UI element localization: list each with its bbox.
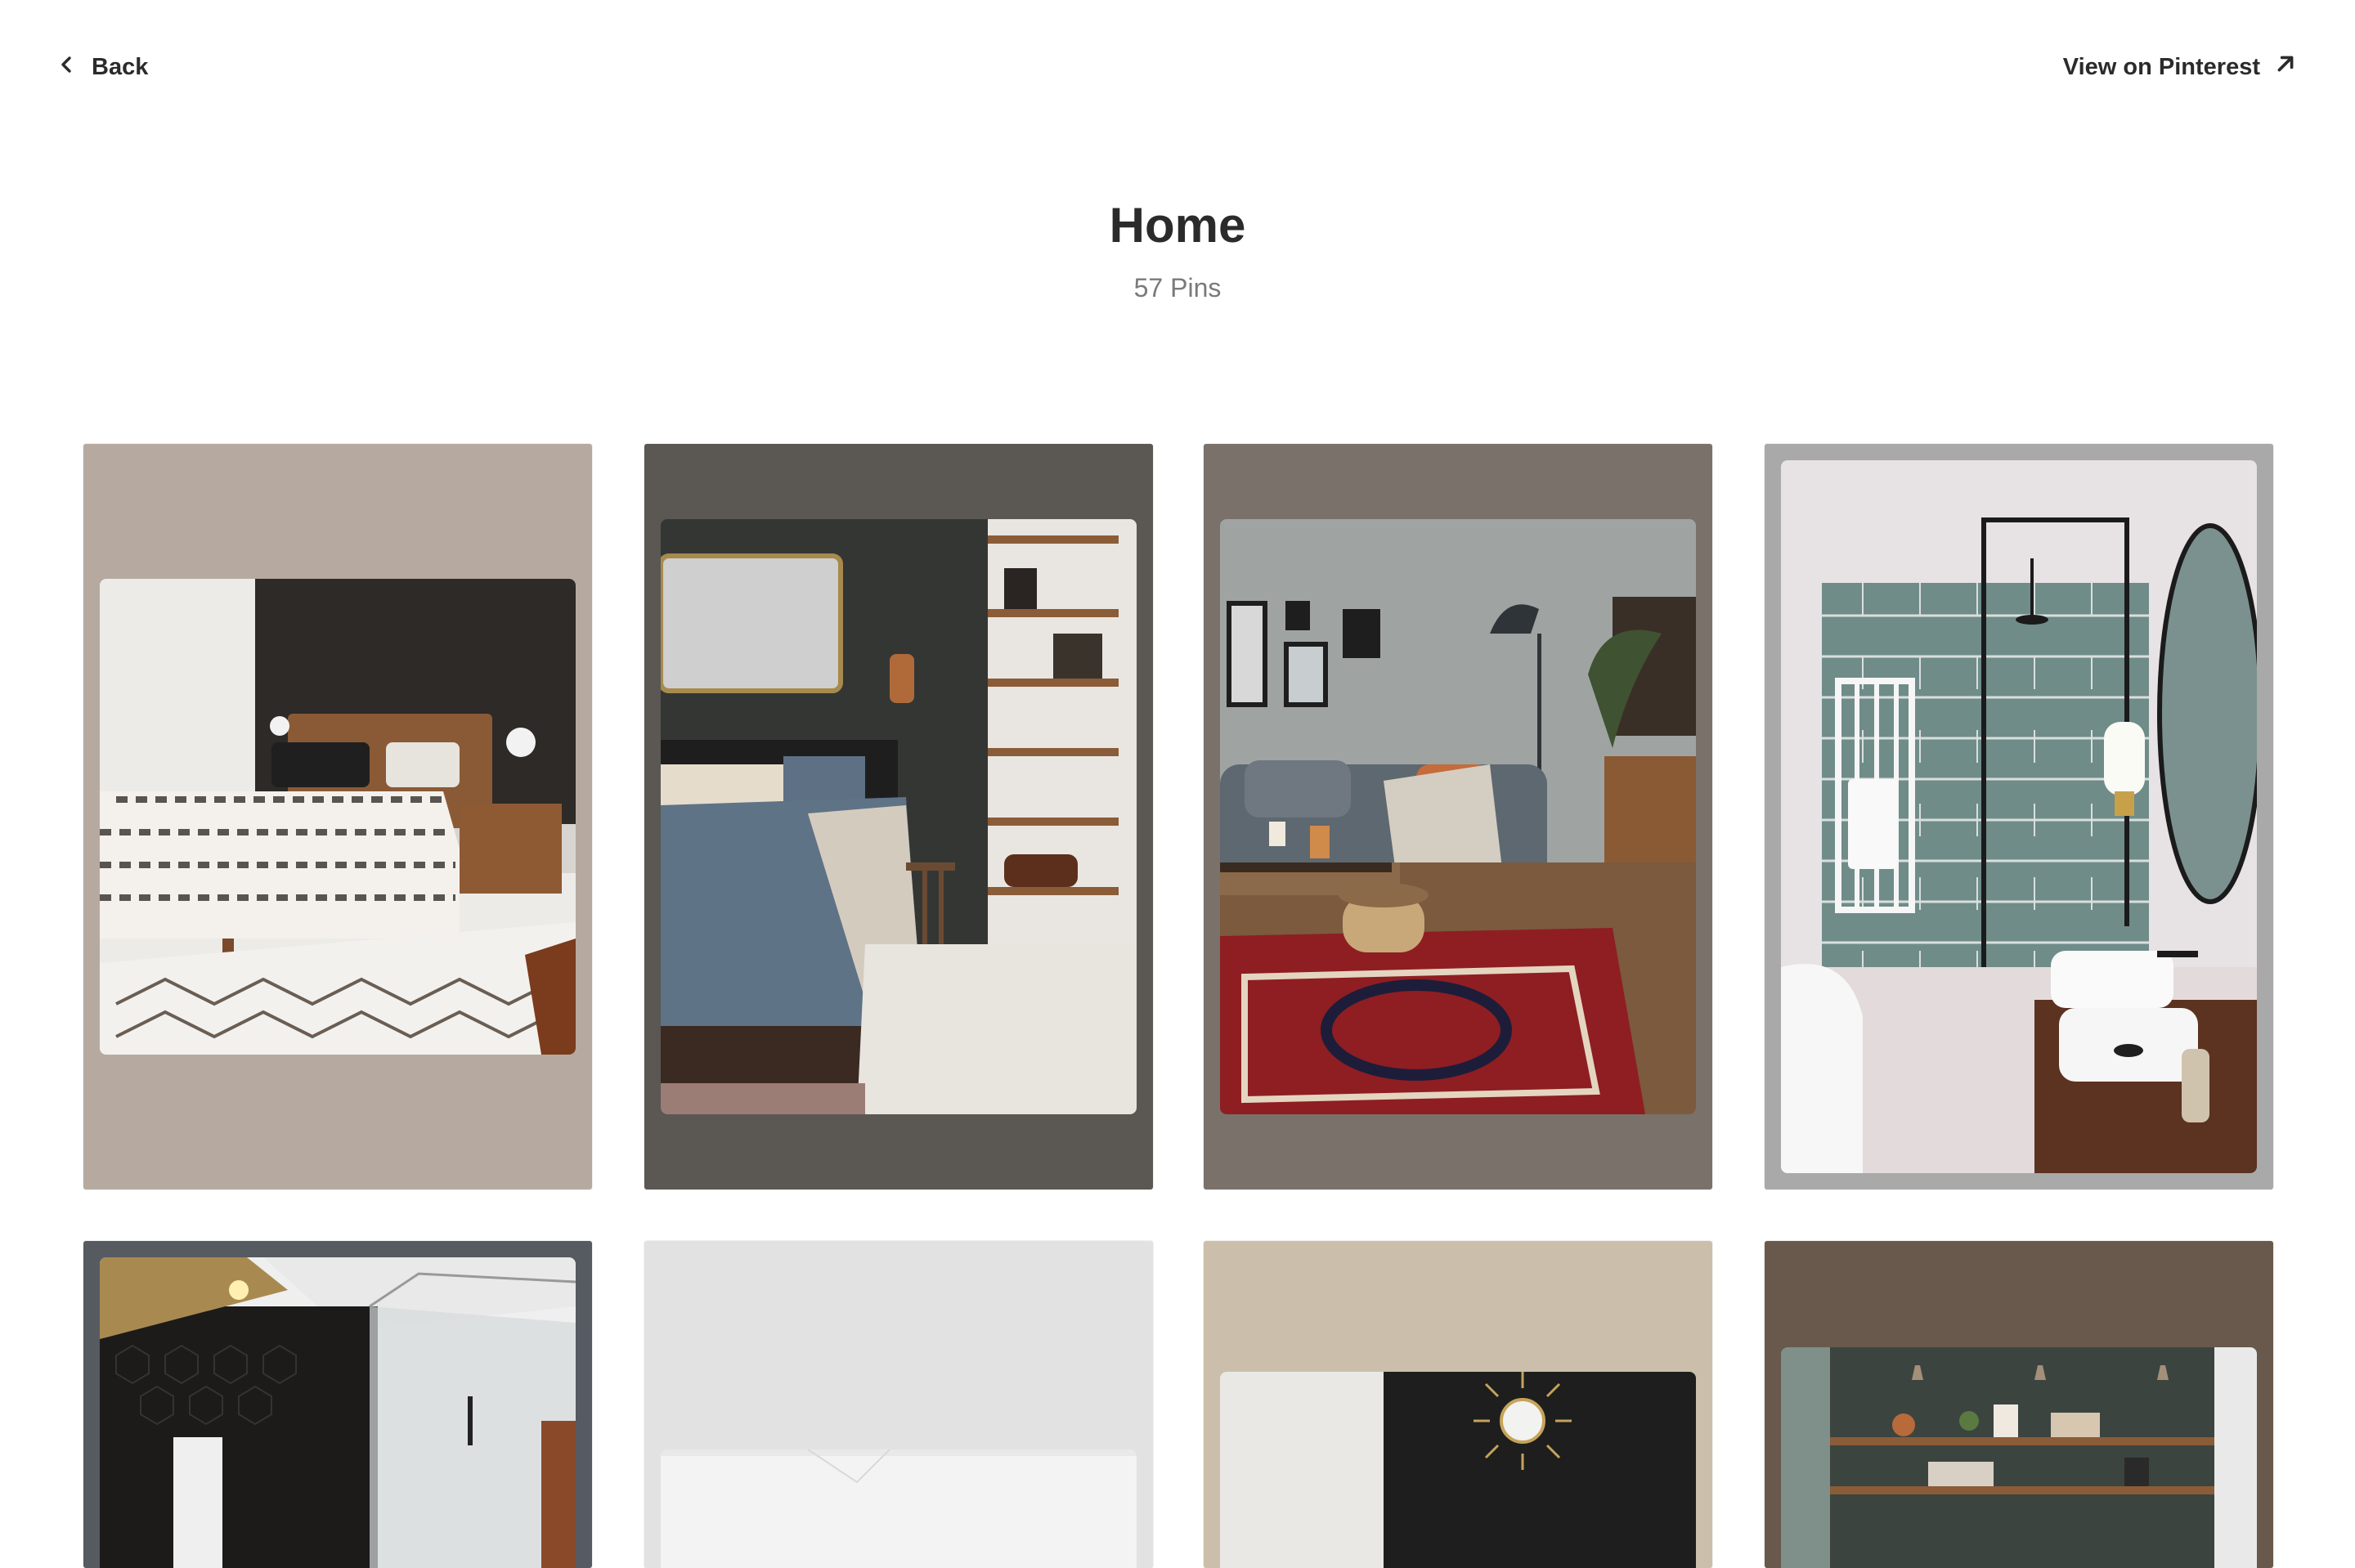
pin-card[interactable] [644, 1241, 1153, 1568]
pin-card[interactable] [1204, 444, 1712, 1189]
pin-card[interactable] [1765, 444, 2273, 1189]
pin-card[interactable] [1765, 1241, 2273, 1568]
pin-card[interactable] [83, 1241, 592, 1568]
pin-card[interactable] [1204, 1241, 1712, 1568]
pin-image [1220, 519, 1696, 1114]
pin-image [661, 519, 1137, 1114]
pin-card[interactable] [83, 444, 592, 1189]
pin-image [100, 1257, 576, 1568]
pin-image [1781, 460, 2257, 1173]
pin-image [100, 579, 576, 1055]
pin-grid [0, 0, 2355, 1568]
pin-image [1220, 1372, 1696, 1568]
pin-image [661, 1449, 1137, 1568]
pin-image [1781, 1347, 2257, 1568]
pin-card[interactable] [644, 444, 1153, 1189]
